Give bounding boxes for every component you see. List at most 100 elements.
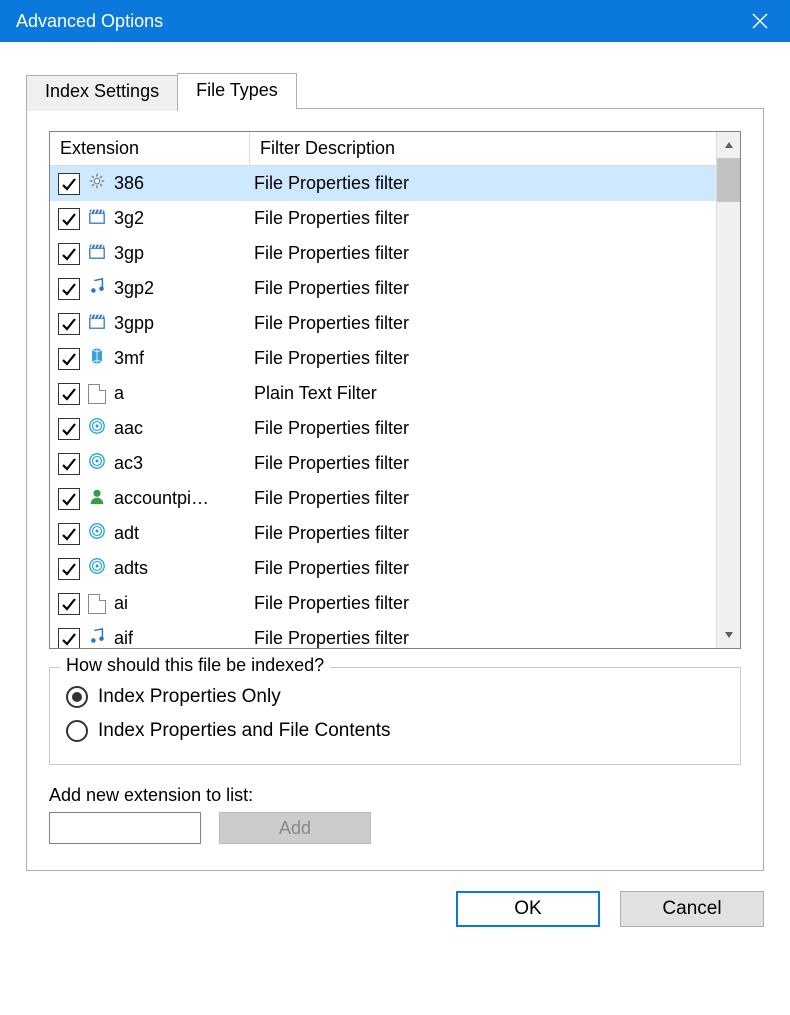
extension-cell: accountpi…	[114, 488, 244, 509]
list-row[interactable]: 3gp2File Properties filter	[50, 271, 716, 306]
list-row[interactable]: aiFile Properties filter	[50, 586, 716, 621]
disc-icon	[88, 522, 106, 545]
file-types-list: Extension Filter Description 386File Pro…	[49, 131, 741, 649]
row-checkbox[interactable]	[58, 488, 80, 510]
file-icon	[88, 594, 106, 614]
row-checkbox[interactable]	[58, 348, 80, 370]
close-icon	[752, 13, 768, 29]
file-icon	[88, 384, 106, 404]
filter-description-cell: File Properties filter	[244, 173, 716, 194]
list-row[interactable]: aifFile Properties filter	[50, 621, 716, 648]
radio-index-properties-only[interactable]: Index Properties Only	[66, 680, 724, 714]
extension-cell: adts	[114, 558, 244, 579]
row-checkbox[interactable]	[58, 208, 80, 230]
row-checkbox[interactable]	[58, 418, 80, 440]
file-type-icon	[86, 558, 108, 580]
scroll-up-button[interactable]	[717, 132, 740, 158]
file-type-icon	[86, 208, 108, 230]
extension-cell: 3gp2	[114, 278, 244, 299]
disc-icon	[88, 557, 106, 580]
3d-icon	[90, 347, 104, 370]
scrollbar[interactable]	[716, 132, 740, 648]
list-row[interactable]: 3gppFile Properties filter	[50, 306, 716, 341]
list-row[interactable]: accountpi…File Properties filter	[50, 481, 716, 516]
radio-indicator-icon	[66, 686, 88, 708]
column-header-extension[interactable]: Extension	[50, 132, 250, 165]
file-type-icon	[86, 453, 108, 475]
list-row[interactable]: 386File Properties filter	[50, 166, 716, 201]
row-checkbox[interactable]	[58, 313, 80, 335]
filter-description-cell: File Properties filter	[244, 593, 716, 614]
extension-cell: adt	[114, 523, 244, 544]
filter-description-cell: File Properties filter	[244, 628, 716, 648]
clapperboard-icon	[88, 312, 106, 335]
tabstrip: Index Settings File Types	[26, 72, 764, 109]
list-row[interactable]: 3g2File Properties filter	[50, 201, 716, 236]
filter-description-cell: File Properties filter	[244, 488, 716, 509]
row-checkbox[interactable]	[58, 173, 80, 195]
filter-description-cell: File Properties filter	[244, 523, 716, 544]
row-checkbox[interactable]	[58, 523, 80, 545]
row-checkbox[interactable]	[58, 243, 80, 265]
add-extension-label: Add new extension to list:	[49, 785, 741, 806]
filter-description-cell: File Properties filter	[244, 208, 716, 229]
window-title: Advanced Options	[16, 11, 163, 32]
list-row[interactable]: ac3File Properties filter	[50, 446, 716, 481]
filter-description-cell: File Properties filter	[244, 453, 716, 474]
ok-button[interactable]: OK	[456, 891, 600, 927]
file-type-icon	[86, 523, 108, 545]
extension-cell: aif	[114, 628, 244, 648]
radio-label: Index Properties Only	[98, 686, 281, 708]
cancel-button[interactable]: Cancel	[620, 891, 764, 927]
scroll-thumb[interactable]	[717, 158, 740, 202]
filter-description-cell: File Properties filter	[244, 348, 716, 369]
add-button: Add	[219, 812, 371, 844]
row-checkbox[interactable]	[58, 453, 80, 475]
list-row[interactable]: adtsFile Properties filter	[50, 551, 716, 586]
file-type-icon	[86, 348, 108, 370]
tab-file-types[interactable]: File Types	[177, 73, 297, 109]
new-extension-input[interactable]	[49, 812, 201, 844]
disc-icon	[88, 417, 106, 440]
list-row[interactable]: adtFile Properties filter	[50, 516, 716, 551]
filter-description-cell: File Properties filter	[244, 418, 716, 439]
clapperboard-icon	[88, 242, 106, 265]
scroll-track[interactable]	[717, 202, 740, 622]
row-checkbox[interactable]	[58, 628, 80, 649]
radio-label: Index Properties and File Contents	[98, 720, 391, 742]
list-row[interactable]: aPlain Text Filter	[50, 376, 716, 411]
extension-cell: aac	[114, 418, 244, 439]
filter-description-cell: File Properties filter	[244, 278, 716, 299]
list-row[interactable]: 3mfFile Properties filter	[50, 341, 716, 376]
file-type-icon	[86, 278, 108, 300]
clapperboard-icon	[88, 207, 106, 230]
filter-description-cell: File Properties filter	[244, 243, 716, 264]
person-icon	[88, 487, 106, 510]
list-row[interactable]: aacFile Properties filter	[50, 411, 716, 446]
radio-index-properties-and-contents[interactable]: Index Properties and File Contents	[66, 714, 724, 748]
row-checkbox[interactable]	[58, 383, 80, 405]
file-type-icon	[86, 488, 108, 510]
row-checkbox[interactable]	[58, 278, 80, 300]
index-mode-group: How should this file be indexed? Index P…	[49, 667, 741, 765]
list-row[interactable]: 3gpFile Properties filter	[50, 236, 716, 271]
file-type-icon	[86, 418, 108, 440]
tab-panel-file-types: Extension Filter Description 386File Pro…	[26, 109, 764, 871]
row-checkbox[interactable]	[58, 558, 80, 580]
extension-cell: 3gpp	[114, 313, 244, 334]
scroll-down-button[interactable]	[717, 622, 740, 648]
list-header: Extension Filter Description	[50, 132, 716, 166]
extension-cell: a	[114, 383, 244, 404]
file-type-icon	[86, 628, 108, 649]
row-checkbox[interactable]	[58, 593, 80, 615]
column-header-filter-description[interactable]: Filter Description	[250, 132, 716, 165]
file-type-icon	[86, 593, 108, 615]
titlebar: Advanced Options	[0, 0, 790, 42]
group-title: How should this file be indexed?	[60, 655, 330, 676]
extension-cell: 3mf	[114, 348, 244, 369]
file-type-icon	[86, 243, 108, 265]
tab-index-settings[interactable]: Index Settings	[26, 75, 178, 111]
file-type-icon	[86, 313, 108, 335]
filter-description-cell: File Properties filter	[244, 313, 716, 334]
close-button[interactable]	[730, 0, 790, 42]
